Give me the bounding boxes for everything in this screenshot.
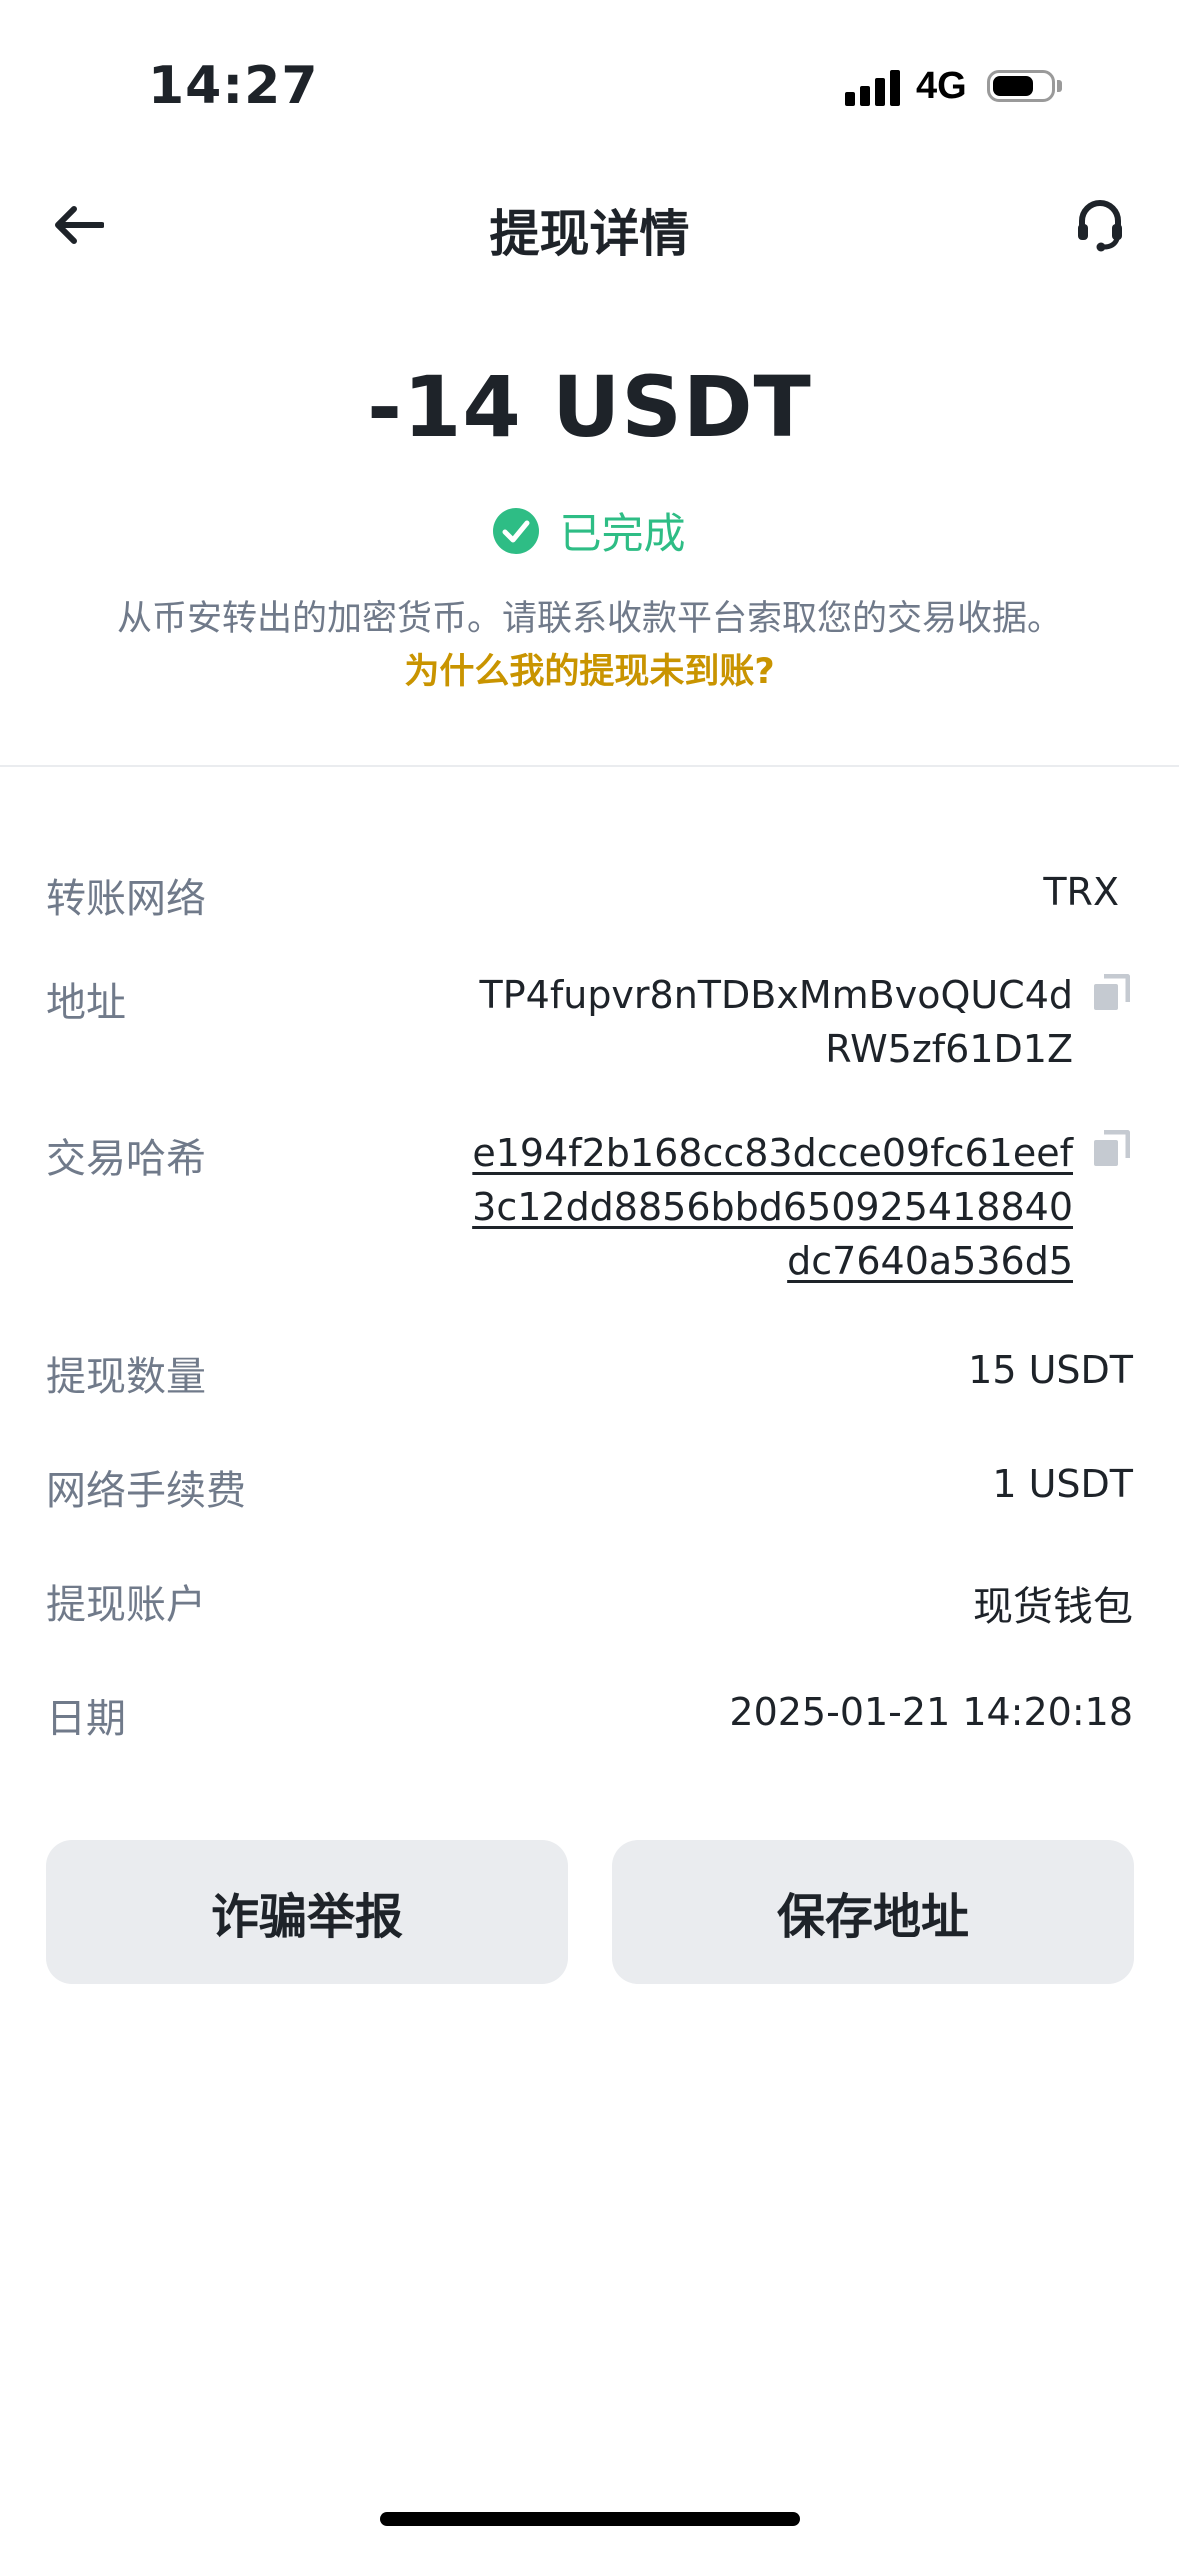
account-value: 现货钱包 <box>973 1584 1133 1630</box>
account-label: 提现账户 <box>46 1582 206 1628</box>
address-line-1: TP4fupvr8nTDBxMmBvoQUC4d <box>479 973 1073 1017</box>
signal-icon <box>845 66 900 106</box>
network-value: TRX <box>1043 870 1119 914</box>
withdrawal-description: 从币安转出的加密货币。请联系收款平台索取您的交易收据。 <box>116 599 1062 639</box>
fee-label: 网络手续费 <box>46 1468 246 1514</box>
support-button[interactable] <box>1062 192 1138 258</box>
status-badge: 已完成 <box>559 509 686 558</box>
txid-value[interactable]: e194f2b168cc83dcce09fc61eef 3c12dd8856bb… <box>472 1126 1073 1288</box>
battery-nub <box>1056 80 1062 92</box>
home-indicator <box>380 2512 800 2526</box>
fee-value: 1 USDT <box>992 1462 1133 1506</box>
page-title: 提现详情 <box>489 205 690 263</box>
withdrawal-amount: -14 USDT <box>367 358 812 456</box>
address-label: 地址 <box>46 980 126 1026</box>
txid-line-3[interactable]: dc7640a536d5 <box>472 1234 1073 1288</box>
headset-icon <box>1078 200 1122 252</box>
status-indicators: 4G <box>845 64 1062 108</box>
txid-line-1[interactable]: e194f2b168cc83dcce09fc61eef <box>472 1126 1073 1180</box>
battery-level <box>992 76 1034 96</box>
copy-icon <box>1094 973 1131 1010</box>
fraud-report-button[interactable]: 诈骗举报 <box>46 1840 568 1984</box>
save-address-button[interactable]: 保存地址 <box>612 1840 1134 1984</box>
status-row: 已完成 <box>0 500 1179 561</box>
copy-icon <box>1094 1129 1131 1166</box>
copy-txid-button[interactable] <box>1092 1129 1131 1168</box>
copy-address-button[interactable] <box>1092 973 1131 1012</box>
divider <box>0 765 1179 767</box>
network-label: 转账网络 <box>46 876 206 922</box>
txid-line-2[interactable]: 3c12dd8856bbd650925418840 <box>472 1180 1073 1234</box>
battery-icon <box>986 70 1055 102</box>
address-value: TP4fupvr8nTDBxMmBvoQUC4d RW5zf61D1Z <box>480 968 1073 1076</box>
amount-label: 提现数量 <box>46 1354 206 1400</box>
status-time: 14:27 <box>148 56 319 116</box>
date-label: 日期 <box>46 1696 126 1742</box>
amount-value: 15 USDT <box>968 1348 1133 1392</box>
address-line-2: RW5zf61D1Z <box>825 1027 1073 1071</box>
check-circle-icon <box>493 507 540 554</box>
network-type: 4G <box>916 64 967 107</box>
nav-bar: 提现详情 <box>0 170 1179 280</box>
date-value: 2025-01-21 14:20:18 <box>729 1690 1133 1734</box>
txid-label: 交易哈希 <box>46 1136 206 1182</box>
help-link[interactable]: 为什么我的提现未到账? <box>0 643 1179 694</box>
status-bar: 14:27 4G <box>0 0 1179 170</box>
